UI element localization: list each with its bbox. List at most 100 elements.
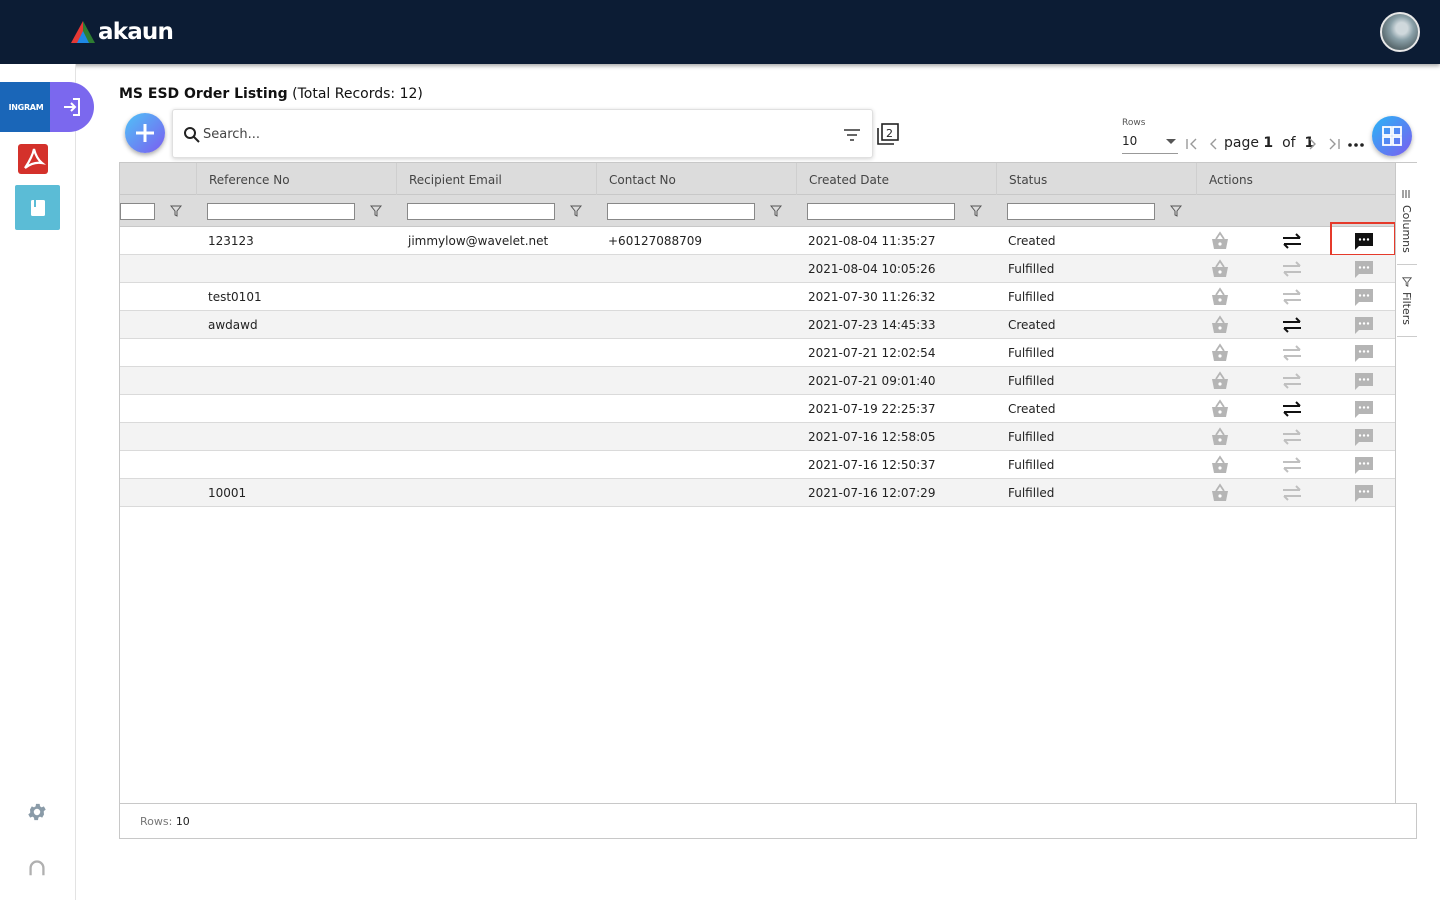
filter-input-reference-no[interactable] bbox=[207, 203, 355, 220]
transfer-icon[interactable] bbox=[1281, 398, 1303, 420]
table-row[interactable]: 2021-07-16 12:58:05 Fulfilled bbox=[120, 423, 1395, 451]
filter-input-created-date[interactable] bbox=[807, 203, 955, 220]
filter-lines-icon[interactable] bbox=[843, 128, 861, 142]
rows-per-page-value: 10 bbox=[1122, 134, 1138, 148]
app-logo[interactable]: akaun bbox=[70, 18, 174, 46]
cell-reference-no: awdawd bbox=[208, 318, 258, 332]
table-row[interactable]: 2021-07-21 12:02:54 Fulfilled bbox=[120, 339, 1395, 367]
pagination: Rows 10 page 1 of 1 bbox=[1120, 116, 1370, 156]
search-input[interactable] bbox=[203, 122, 823, 146]
filter-icon[interactable] bbox=[170, 205, 182, 217]
comment-icon[interactable] bbox=[1353, 286, 1375, 308]
comment-icon[interactable] bbox=[1353, 258, 1375, 280]
table-row[interactable]: 2021-08-04 10:05:26 Fulfilled bbox=[120, 255, 1395, 283]
avatar[interactable] bbox=[1380, 12, 1420, 52]
gear-icon[interactable] bbox=[26, 801, 48, 823]
basket-icon[interactable] bbox=[1209, 482, 1231, 504]
transfer-icon[interactable] bbox=[1281, 370, 1303, 392]
basket-icon[interactable] bbox=[1209, 398, 1231, 420]
transfer-icon[interactable] bbox=[1281, 482, 1303, 504]
table-row[interactable]: 2021-07-21 09:01:40 Fulfilled bbox=[120, 367, 1395, 395]
transfer-icon[interactable] bbox=[1281, 258, 1303, 280]
first-page-icon[interactable] bbox=[1184, 136, 1200, 152]
logo-text: akaun bbox=[98, 19, 174, 45]
basket-icon[interactable] bbox=[1209, 286, 1231, 308]
rows-per-page-select[interactable]: 10 bbox=[1122, 132, 1178, 154]
filter-icon[interactable] bbox=[770, 205, 782, 217]
table-row[interactable]: 123123 jimmylow@wavelet.net +60127088709 20… bbox=[120, 222, 1395, 256]
ingram-logo[interactable]: INGRAM bbox=[0, 82, 52, 132]
filter-input-status[interactable] bbox=[1007, 203, 1155, 220]
filter-icon[interactable] bbox=[1170, 205, 1182, 217]
comment-icon[interactable] bbox=[1353, 342, 1375, 364]
table-row[interactable]: 2021-07-19 22:25:37 Created bbox=[120, 395, 1395, 423]
header-contact-no[interactable]: Contact No bbox=[596, 163, 796, 195]
basket-icon[interactable] bbox=[1209, 454, 1231, 476]
filter-icon[interactable] bbox=[370, 205, 382, 217]
basket-icon[interactable] bbox=[1209, 258, 1231, 280]
multi-page-icon[interactable]: 2 bbox=[876, 122, 900, 146]
header-created-date[interactable]: Created Date bbox=[796, 163, 996, 195]
basket-icon[interactable] bbox=[1209, 370, 1231, 392]
filter-input-recipient-email[interactable] bbox=[407, 203, 555, 220]
table-row[interactable]: test0101 2021-07-30 11:26:32 Fulfilled bbox=[120, 283, 1395, 311]
basket-icon[interactable] bbox=[1209, 314, 1231, 336]
of-word: of bbox=[1282, 135, 1296, 151]
header-status[interactable]: Status bbox=[996, 163, 1196, 195]
table-row[interactable]: 10001 2021-07-16 12:07:29 Fulfilled bbox=[120, 479, 1395, 507]
comment-icon[interactable] bbox=[1353, 426, 1375, 448]
cell-reference-no: test0101 bbox=[208, 290, 262, 304]
header-row: Reference No Recipient Email Contact No … bbox=[120, 163, 1395, 195]
transfer-icon[interactable] bbox=[1281, 230, 1303, 252]
cell-status: Fulfilled bbox=[1008, 486, 1055, 500]
next-page-icon[interactable] bbox=[1306, 136, 1318, 152]
highlight-box bbox=[1330, 222, 1395, 256]
comment-icon[interactable] bbox=[1353, 370, 1375, 392]
transfer-icon[interactable] bbox=[1281, 314, 1303, 336]
caret-down-icon bbox=[1166, 139, 1176, 144]
add-button[interactable] bbox=[125, 113, 165, 153]
filter-input-contact-no[interactable] bbox=[607, 203, 755, 220]
basket-icon[interactable] bbox=[1209, 230, 1231, 252]
book-button[interactable] bbox=[15, 185, 60, 230]
more-options-icon[interactable] bbox=[1346, 136, 1366, 152]
transfer-icon[interactable] bbox=[1281, 426, 1303, 448]
filter-icon[interactable] bbox=[970, 205, 982, 217]
cell-status: Fulfilled bbox=[1008, 262, 1055, 276]
comment-icon[interactable] bbox=[1353, 314, 1375, 336]
row-count-label: Rows: bbox=[140, 815, 173, 828]
cell-status: Fulfilled bbox=[1008, 458, 1055, 472]
table-row[interactable]: 2021-07-16 12:50:37 Fulfilled bbox=[120, 451, 1395, 479]
basket-icon[interactable] bbox=[1209, 342, 1231, 364]
basket-icon[interactable] bbox=[1209, 426, 1231, 448]
filters-tab[interactable]: Filters bbox=[1397, 265, 1417, 337]
header-recipient-email[interactable]: Recipient Email bbox=[396, 163, 596, 195]
cell-created-date: 2021-08-04 11:35:27 bbox=[808, 234, 936, 248]
filter-icon bbox=[1402, 277, 1412, 287]
transfer-icon[interactable] bbox=[1281, 286, 1303, 308]
side-tool-panel: Columns Filters bbox=[1397, 163, 1417, 803]
cell-status: Created bbox=[1008, 318, 1056, 332]
comment-icon[interactable] bbox=[1353, 398, 1375, 420]
cell-created-date: 2021-07-16 12:50:37 bbox=[808, 458, 936, 472]
filter-input-hidden[interactable] bbox=[120, 203, 155, 220]
comment-icon[interactable] bbox=[1353, 454, 1375, 476]
filter-icon[interactable] bbox=[570, 205, 582, 217]
table-row[interactable]: awdawd 2021-07-23 14:45:33 Created bbox=[120, 311, 1395, 339]
status-bar: Rows: 10 bbox=[120, 803, 1416, 838]
login-button[interactable] bbox=[50, 82, 94, 132]
pdf-icon[interactable] bbox=[18, 144, 48, 174]
transfer-icon[interactable] bbox=[1281, 454, 1303, 476]
header-reference-no[interactable]: Reference No bbox=[196, 163, 396, 195]
comment-icon[interactable] bbox=[1353, 482, 1375, 504]
transfer-icon[interactable] bbox=[1281, 342, 1303, 364]
last-page-icon[interactable] bbox=[1326, 136, 1342, 152]
cell-reference-no: 123123 bbox=[208, 234, 254, 248]
user-icon[interactable] bbox=[26, 856, 48, 878]
filter-row bbox=[120, 195, 1395, 227]
book-icon bbox=[30, 199, 45, 216]
grid-view-button[interactable] bbox=[1372, 116, 1412, 156]
columns-tab[interactable]: Columns bbox=[1397, 163, 1417, 265]
cell-status: Fulfilled bbox=[1008, 374, 1055, 388]
prev-page-icon[interactable] bbox=[1208, 136, 1220, 152]
